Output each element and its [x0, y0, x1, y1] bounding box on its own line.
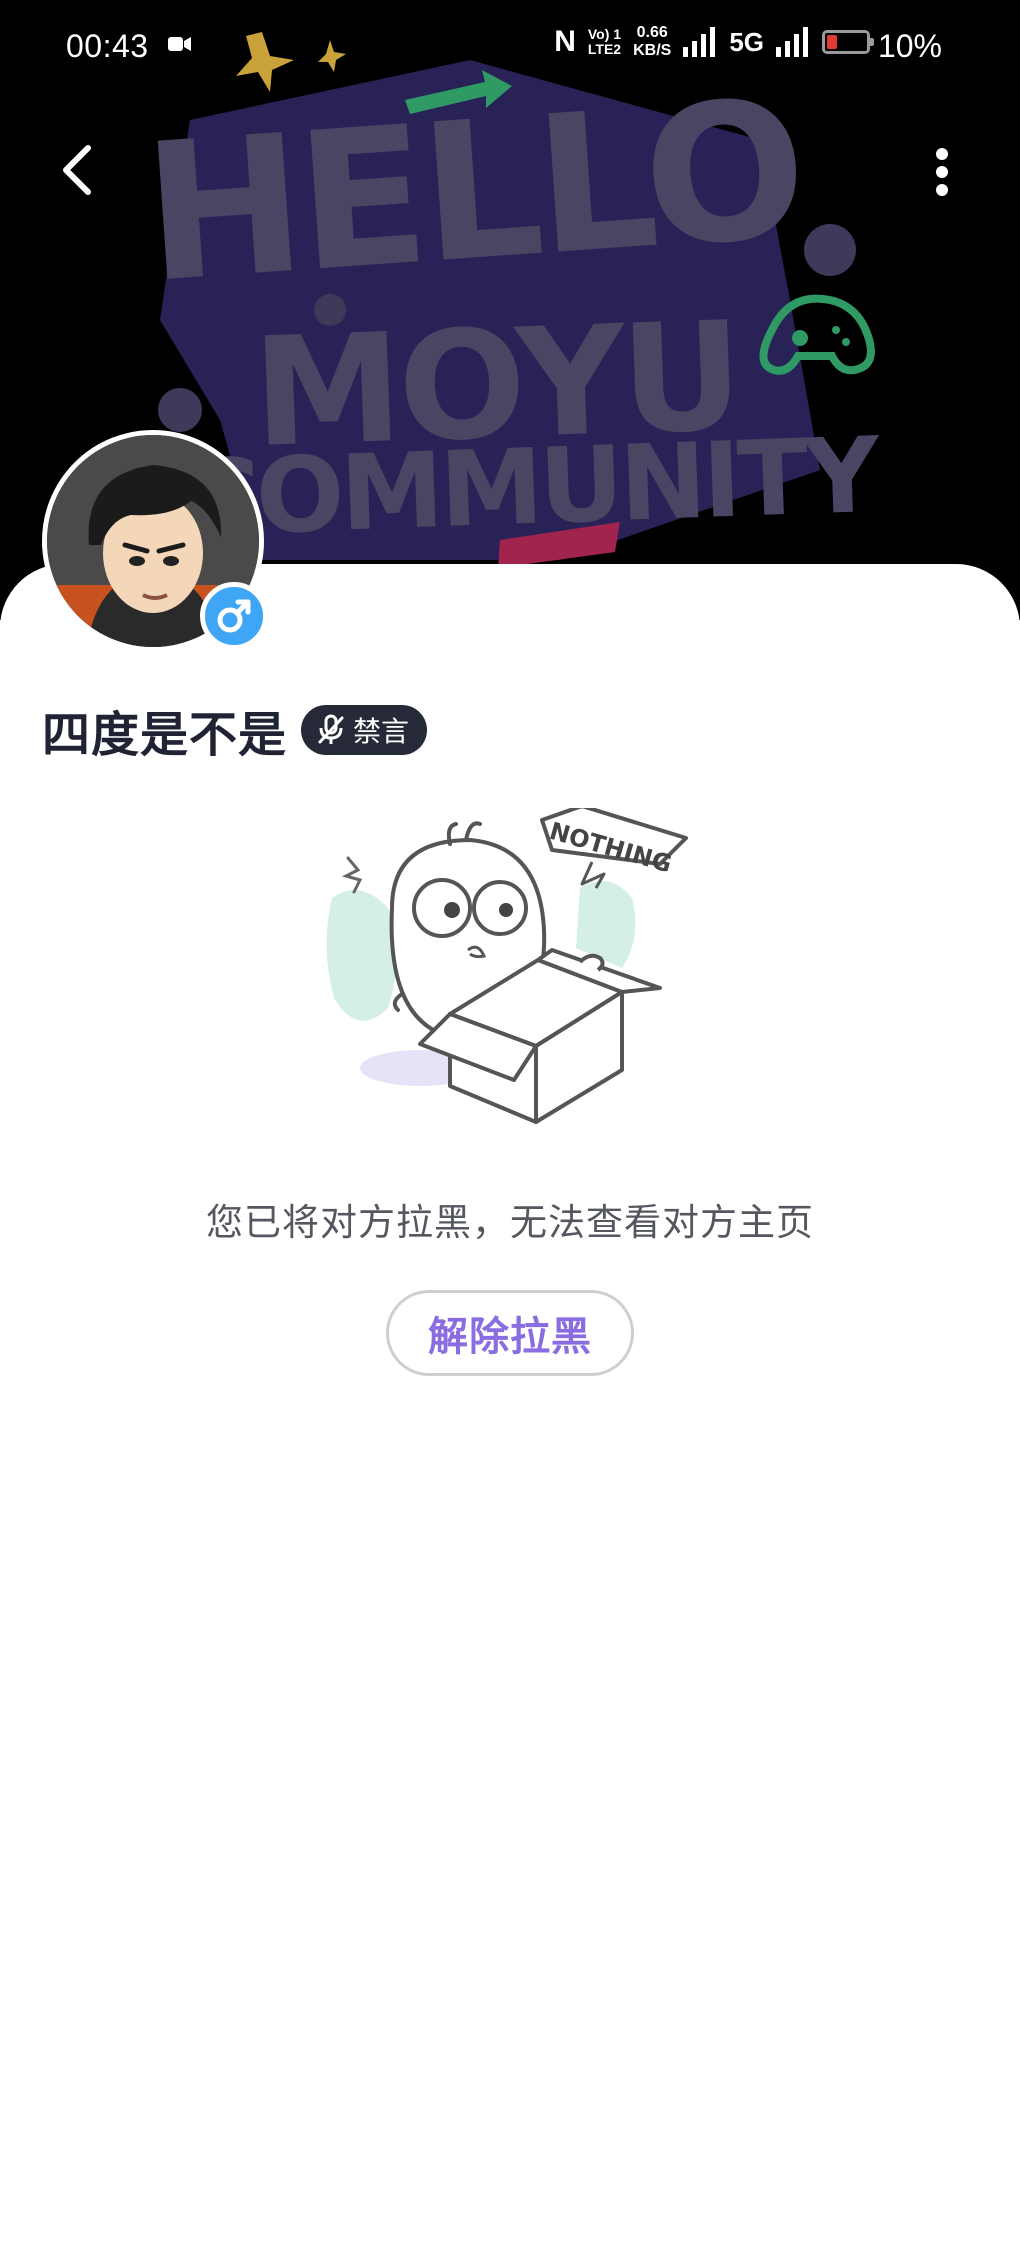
battery-percent: 10%: [877, 28, 942, 64]
unblock-button[interactable]: 解除拉黑: [386, 1290, 634, 1376]
username: 四度是不是: [42, 707, 288, 763]
mic-off-icon: [318, 714, 344, 744]
volte-indicator: Vo) 1 LTE2: [588, 27, 621, 57]
more-vertical-icon: [936, 148, 948, 196]
network-type: 5G: [729, 26, 764, 57]
gender-badge: [200, 582, 268, 650]
banner-line-3: COMMUNITY: [182, 414, 884, 560]
chevron-left-icon: [63, 145, 91, 195]
nfc-icon: N: [554, 25, 576, 58]
battery-icon: [822, 30, 874, 54]
status-bar: 00:43 N Vo) 1 LTE2 0.66 KB/S 5G 10%: [0, 0, 1020, 96]
volte-top: Vo) 1: [587, 26, 622, 42]
empty-box-illustration: NOTHING: [326, 804, 688, 1124]
signal-icon-2: [776, 27, 808, 57]
speed-value: 0.66: [636, 24, 668, 41]
mute-label: 禁言: [353, 715, 410, 748]
blocked-message: 您已将对方拉黑，无法查看对方主页: [206, 1201, 814, 1244]
network-speed: 0.66 KB/S: [633, 24, 671, 60]
battery-level: [827, 35, 837, 49]
empty-state-illustration: NOTHING: [320, 804, 700, 1138]
banner-line-1: HELLO: [138, 59, 808, 325]
status-icons: N Vo) 1 LTE2 0.66 KB/S 5G: [554, 24, 874, 60]
status-time: 00:43: [66, 28, 149, 64]
speed-unit: KB/S: [633, 42, 672, 59]
male-icon: [217, 599, 251, 633]
video-camera-icon: [168, 37, 191, 51]
name-row: 四度是不是 禁言: [42, 700, 428, 763]
signal-icon-1: [683, 27, 716, 57]
mute-badge: 禁言: [301, 705, 428, 755]
back-button[interactable]: [52, 140, 102, 200]
volte-bottom: LTE2: [587, 41, 622, 57]
more-options-button[interactable]: [924, 140, 960, 204]
